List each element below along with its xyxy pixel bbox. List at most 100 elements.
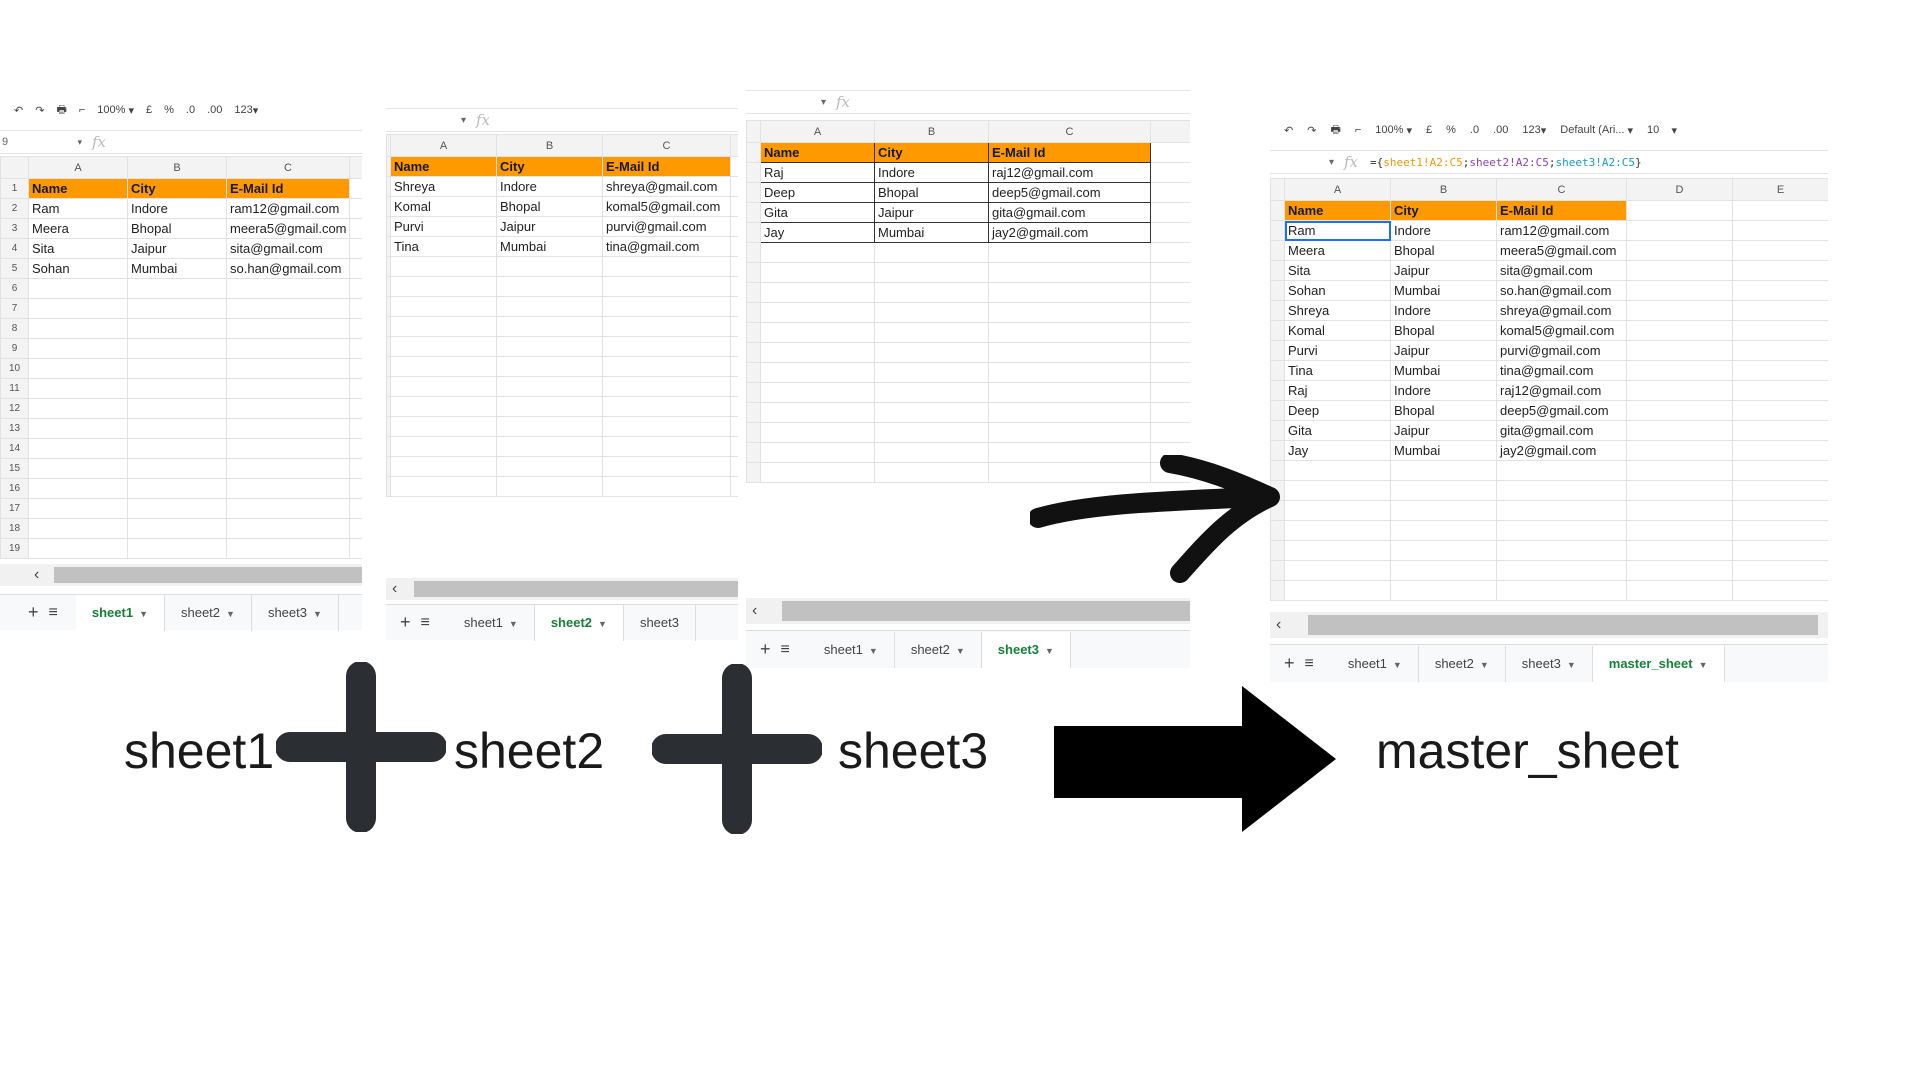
row-number[interactable] [746,322,761,343]
cell[interactable] [1150,362,1190,383]
cell[interactable]: gita@gmail.com [1496,420,1627,441]
font-select[interactable]: Default (Ari... ▾ [1560,124,1633,137]
cell[interactable] [390,436,497,457]
cell[interactable] [760,322,875,343]
increase-decimal-button[interactable]: .00 [1493,124,1508,136]
cell[interactable] [1496,520,1627,541]
row-number[interactable]: 19 [0,538,29,559]
column-header[interactable]: E [1732,178,1828,201]
row-number[interactable]: 16 [0,478,29,499]
cell[interactable] [1732,260,1828,281]
cell[interactable]: Sohan [1284,280,1391,301]
undo-icon[interactable]: ↶ [14,104,23,117]
cell[interactable] [1390,460,1497,481]
cell[interactable] [730,156,738,177]
cell[interactable] [730,236,738,257]
cell[interactable]: Komal [1284,320,1391,341]
cell[interactable] [874,462,989,483]
all-sheets-icon[interactable]: ≡ [49,604,58,622]
cell[interactable] [1150,422,1190,443]
cell[interactable]: Jaipur [1390,420,1497,441]
cell[interactable] [28,498,128,519]
row-number[interactable] [746,342,761,363]
select-all-corner[interactable] [0,156,29,179]
cell[interactable]: Indore [496,176,603,197]
cell[interactable] [226,538,350,559]
cell[interactable] [1626,260,1733,281]
cell[interactable] [1626,460,1733,481]
cell[interactable] [988,262,1151,283]
sheet1-horizontal-scrollbar[interactable]: ‹ [0,564,362,586]
row-number[interactable]: 3 [0,218,29,239]
cell[interactable] [349,538,362,559]
cell[interactable] [1390,580,1497,601]
cell[interactable]: City [496,156,603,177]
scrollbar-thumb[interactable] [782,601,1190,621]
cell[interactable] [390,256,497,277]
cell[interactable] [127,518,227,539]
tab-dropdown-icon[interactable]: ▼ [1699,660,1708,670]
cell[interactable] [349,298,362,319]
cell[interactable]: E-Mail Id [988,142,1151,163]
cell[interactable]: Sohan [28,258,128,279]
row-number[interactable]: 2 [0,198,29,219]
cell[interactable] [28,378,128,399]
cell[interactable] [127,338,227,359]
currency-button[interactable]: £ [146,104,152,116]
row-number[interactable]: 11 [0,378,29,399]
cell[interactable] [496,316,603,337]
column-header[interactable]: A [390,134,497,157]
column-header[interactable] [730,134,738,157]
percent-button[interactable]: % [1446,124,1456,136]
cell[interactable]: Name [1284,200,1391,221]
decrease-decimal-button[interactable]: .0 [1470,124,1479,136]
cell[interactable] [390,356,497,377]
cell[interactable] [226,458,350,479]
cell[interactable] [730,336,738,357]
cell[interactable] [760,302,875,323]
row-number[interactable] [746,282,761,303]
row-number[interactable] [1270,200,1285,221]
cell[interactable]: City [127,178,227,199]
tab-sheet3[interactable]: sheet3 ▼ [1506,645,1593,682]
cell[interactable] [730,176,738,197]
cell[interactable]: Bhopal [1390,240,1497,261]
cell[interactable]: Meera [28,218,128,239]
cell[interactable]: Sita [28,238,128,259]
cell[interactable] [874,402,989,423]
cell[interactable]: Deep [760,182,875,203]
redo-icon[interactable]: ↷ [1307,124,1316,137]
cell[interactable] [390,276,497,297]
cell[interactable] [226,318,350,339]
row-number[interactable] [746,362,761,383]
cell[interactable] [1732,560,1828,581]
tab-dropdown-icon[interactable]: ▼ [139,609,148,619]
cell[interactable] [730,296,738,317]
row-number[interactable]: 9 [0,338,29,359]
cell[interactable] [28,298,128,319]
cell[interactable] [602,456,731,477]
name-box-dropdown-icon[interactable]: ▾ [22,137,92,148]
column-header[interactable]: B [1390,178,1497,201]
formula-input[interactable]: ={sheet1!A2:C5;sheet2!A2:C5;sheet3!A2:C5… [1370,156,1642,169]
tab-dropdown-icon[interactable]: ▼ [1567,660,1576,670]
cell[interactable] [1732,520,1828,541]
cell[interactable] [602,256,731,277]
add-sheet-icon[interactable]: + [400,612,411,633]
cell[interactable] [226,438,350,459]
cell[interactable] [1626,420,1733,441]
all-sheets-icon[interactable]: ≡ [781,641,790,659]
add-sheet-icon[interactable]: + [760,639,771,660]
number-format-button[interactable]: 123 ▾ [1522,124,1546,137]
row-number[interactable] [1270,280,1285,301]
cell[interactable] [496,436,603,457]
cell[interactable] [1626,360,1733,381]
cell[interactable]: so.han@gmail.com [226,258,350,279]
undo-icon[interactable]: ↶ [1284,124,1293,137]
cell[interactable] [226,398,350,419]
cell[interactable] [988,242,1151,263]
master-horizontal-scrollbar[interactable]: ‹ [1270,612,1828,638]
cell[interactable] [1626,480,1733,501]
cell[interactable]: Indore [1390,220,1497,241]
tab-dropdown-icon[interactable]: ▼ [509,619,518,629]
